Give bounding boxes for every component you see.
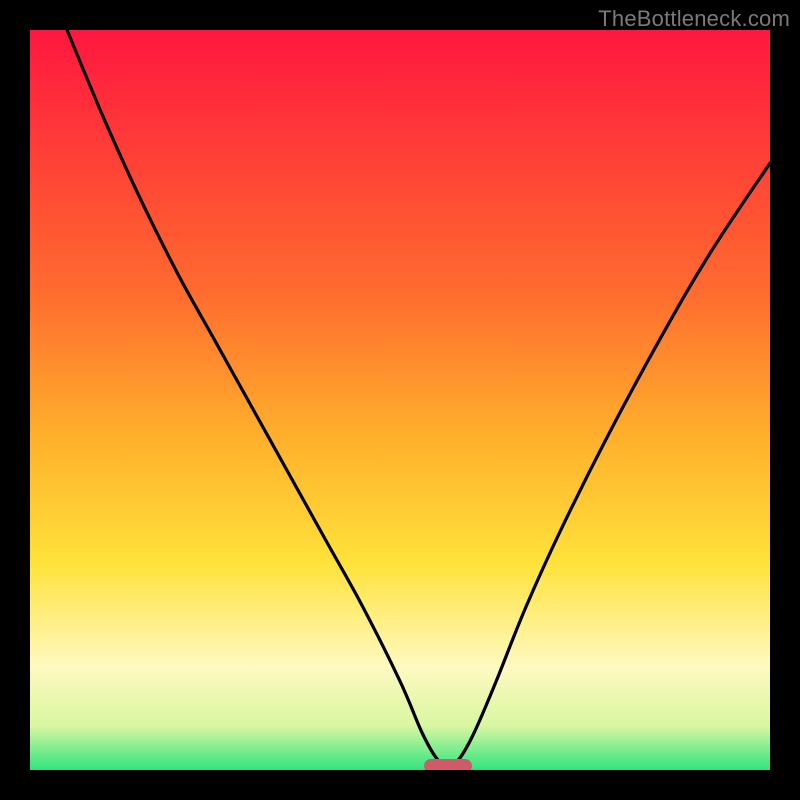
watermark-text: TheBottleneck.com [598,6,790,32]
optimal-point-marker [424,759,472,770]
plot-svg [30,30,770,770]
chart-frame: TheBottleneck.com [0,0,800,800]
plot-area [30,30,770,770]
gradient-background [30,30,770,770]
